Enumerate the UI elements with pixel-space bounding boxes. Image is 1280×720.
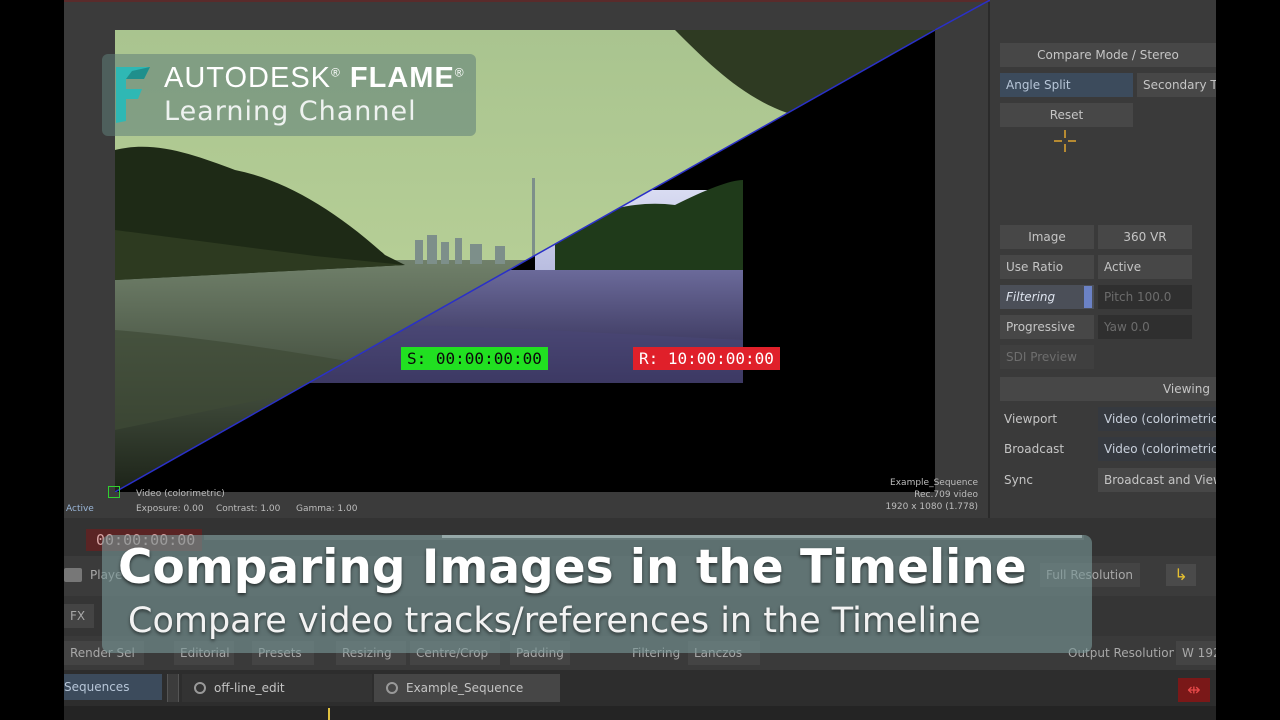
- viewer-exposure: Exposure: 0.00: [136, 504, 204, 514]
- flame-f-icon: [116, 67, 150, 123]
- sequences-tab[interactable]: Sequences: [64, 674, 162, 700]
- angle-split-button[interactable]: Angle Split: [1000, 73, 1133, 97]
- viewport-select[interactable]: Video (colorimetric): [1098, 407, 1216, 431]
- viewer-contrast: Contrast: 1.00: [216, 504, 281, 514]
- use-ratio-button[interactable]: Use Ratio: [1000, 255, 1094, 279]
- yaw-field[interactable]: Yaw 0.0: [1098, 315, 1192, 339]
- width-field[interactable]: W 192: [1176, 641, 1216, 665]
- broadcast-select[interactable]: Video (colorimetric): [1098, 437, 1216, 461]
- compare-mode-header[interactable]: Compare Mode / Stereo: [1000, 43, 1216, 67]
- swap-icon[interactable]: ↳: [1166, 564, 1196, 586]
- reset-button[interactable]: Reset: [1000, 103, 1133, 127]
- viewer-active-label: Active: [66, 504, 94, 514]
- sync-select[interactable]: Broadcast and Viewpo: [1098, 468, 1216, 492]
- sequence-name: Example_Sequence: [890, 478, 978, 488]
- title-overlay: Comparing Images in the Timeline Compare…: [102, 535, 1092, 653]
- sync-label: Sync: [1004, 473, 1033, 487]
- sdi-preview-button[interactable]: SDI Preview: [1000, 345, 1094, 369]
- viewer-handle-icon[interactable]: [108, 486, 120, 498]
- viewport-label: Viewport: [1004, 412, 1058, 426]
- tab-label: Example_Sequence: [406, 681, 524, 695]
- playhead-marker[interactable]: [328, 708, 330, 720]
- logo-autodesk-flame: AUTODESK® FLAME®: [164, 62, 465, 94]
- image-button[interactable]: Image: [1000, 225, 1094, 249]
- tab-label: off-line_edit: [214, 681, 285, 695]
- video-title: Comparing Images in the Timeline: [118, 540, 1027, 595]
- progressive-button[interactable]: Progressive: [1000, 315, 1094, 339]
- pitch-field[interactable]: Pitch 100.0: [1098, 285, 1192, 309]
- secondary-track-button[interactable]: Secondary Tra: [1137, 73, 1216, 97]
- viewer-sequence-info: Example_Sequence Rec.709 video 1920 x 10…: [885, 477, 978, 513]
- viewing-header: Viewing: [1000, 377, 1216, 401]
- split-line-top: [934, 0, 990, 30]
- timeline-ruler[interactable]: [64, 706, 1216, 720]
- viewer-gamma: Gamma: 1.00: [296, 504, 358, 514]
- resolution-readout: 1920 x 1080 (1.778): [885, 502, 978, 512]
- tab-list-icon[interactable]: [167, 674, 179, 702]
- split-view-icon[interactable]: ⇹: [1178, 678, 1210, 702]
- 360vr-button[interactable]: 360 VR: [1098, 225, 1192, 249]
- sequence-tabs: Sequences off-line_edit Example_Sequence…: [64, 670, 1216, 706]
- source-timecode: S: 00:00:00:00: [401, 347, 548, 370]
- viewer-mode-label: Video (colorimetric): [136, 489, 225, 499]
- logo-learning-channel: Learning Channel: [164, 96, 417, 127]
- filtering-indicator: [1084, 286, 1092, 308]
- sequence-icon: [386, 682, 398, 694]
- tab-off-line-edit[interactable]: off-line_edit: [182, 674, 372, 702]
- flame-learning-logo: AUTODESK® FLAME® Learning Channel: [102, 54, 476, 136]
- video-subtitle: Compare video tracks/references in the T…: [128, 601, 981, 641]
- active-button[interactable]: Active: [1098, 255, 1192, 279]
- color-space: Rec.709 video: [914, 490, 978, 500]
- crosshair-icon[interactable]: [1054, 130, 1076, 152]
- viewer-settings-panel: Compare Mode / Stereo Angle Split Second…: [992, 0, 1216, 540]
- player-icon[interactable]: [64, 568, 82, 582]
- broadcast-label: Broadcast: [1004, 442, 1065, 456]
- filtering-button[interactable]: Filtering: [1000, 285, 1094, 309]
- record-timecode: R: 10:00:00:00: [633, 347, 780, 370]
- sequence-icon: [194, 682, 206, 694]
- fx-button[interactable]: FX: [64, 604, 94, 628]
- tab-example-sequence[interactable]: Example_Sequence: [374, 674, 560, 702]
